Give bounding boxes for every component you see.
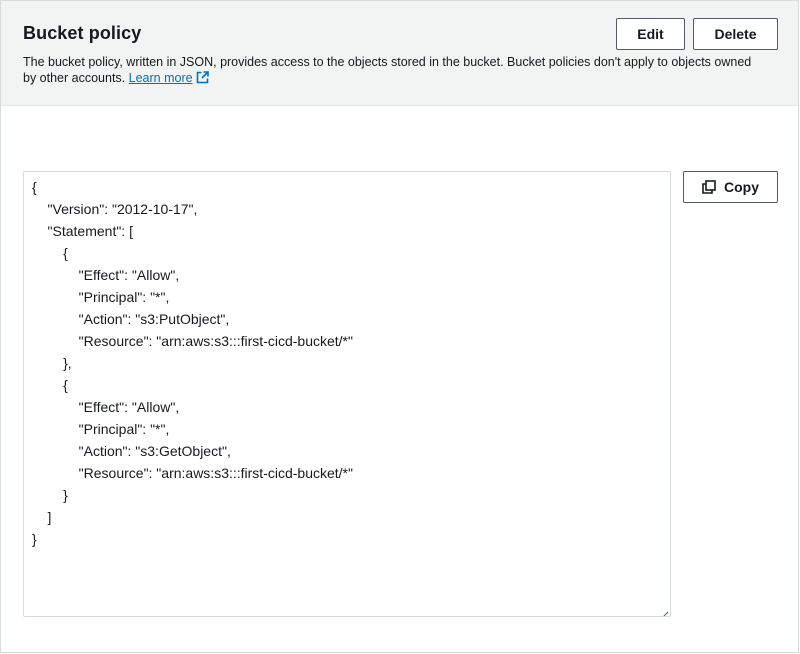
delete-button[interactable]: Delete <box>693 18 778 50</box>
copy-icon <box>702 180 716 194</box>
learn-more-link[interactable]: Learn more <box>129 71 193 85</box>
code-line: } <box>32 487 68 503</box>
resize-handle-icon[interactable] <box>660 606 669 616</box>
code-line: { <box>32 377 68 393</box>
code-line: { <box>32 245 68 261</box>
policy-json-editor[interactable]: { "Version": "2012-10-17", "Statement": … <box>23 171 671 617</box>
code-line: "Resource": "arn:aws:s3:::first-cicd-buc… <box>32 333 353 349</box>
code-line: "Principal": "*", <box>32 289 170 305</box>
code-line: "Action": "s3:PutObject", <box>32 311 230 327</box>
external-link-icon[interactable] <box>196 71 209 88</box>
code-line: }, <box>32 355 72 371</box>
policy-description: The bucket policy, written in JSON, prov… <box>23 54 763 88</box>
page-title: Bucket policy <box>23 23 142 43</box>
code-line: "Effect": "Allow", <box>32 267 180 283</box>
edit-button[interactable]: Edit <box>616 18 685 50</box>
code-line: "Effect": "Allow", <box>32 399 180 415</box>
code-line: "Resource": "arn:aws:s3:::first-cicd-buc… <box>32 465 353 481</box>
code-line: "Action": "s3:GetObject", <box>32 443 231 459</box>
code-line: "Statement": [ <box>32 223 133 239</box>
code-line: { <box>32 179 37 195</box>
copy-label: Copy <box>724 179 759 195</box>
learn-more-label: Learn more <box>128 71 193 85</box>
code-line: "Version": "2012-10-17", <box>32 201 198 217</box>
copy-button[interactable]: Copy <box>683 171 778 203</box>
panel-header: Bucket policy The bucket policy, written… <box>1 1 798 106</box>
code-line: } <box>32 531 37 547</box>
bucket-policy-panel: Bucket policy The bucket policy, written… <box>0 0 799 653</box>
code-line: ] <box>32 509 52 525</box>
code-line: "Principal": "*", <box>32 421 170 437</box>
